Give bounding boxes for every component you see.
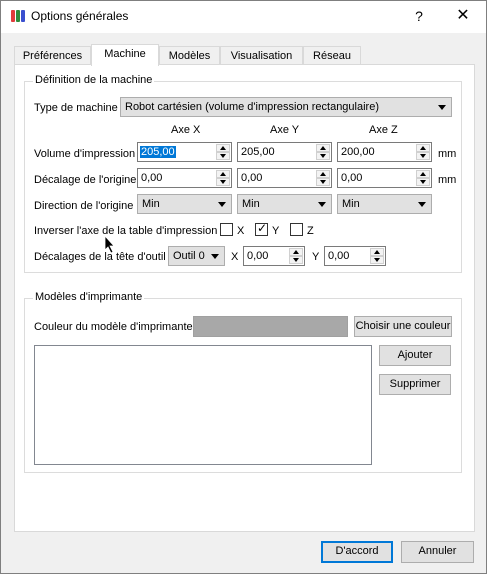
spin-up-button[interactable] [416, 170, 430, 178]
button-label: Annuler [418, 545, 457, 557]
build-volume-label: Volume d'impression [34, 148, 136, 160]
spin-down-button[interactable] [316, 152, 330, 160]
spin-down-button[interactable] [370, 256, 384, 264]
delete-button[interactable]: Supprimer [379, 374, 451, 395]
origin-direction-x-select[interactable]: Min [137, 194, 232, 214]
select-value: Outil 0 [173, 250, 205, 262]
spin-value: 205,00 [140, 146, 176, 158]
origin-offset-y-input[interactable]: 0,00 [237, 168, 332, 188]
invert-z-checkbox[interactable] [290, 223, 303, 236]
tool-offset-x-input[interactable]: 0,00 [243, 246, 305, 266]
tab-machine[interactable]: Machine [91, 44, 159, 66]
spin-value: 200,00 [341, 146, 375, 158]
build-volume-x-input[interactable]: 205,00 [137, 142, 232, 162]
checkmark-icon: ✓ [257, 221, 268, 235]
group-title: Définition de la machine [33, 74, 155, 86]
invert-y-label: Y [272, 225, 280, 237]
build-volume-z-input[interactable]: 200,00 [337, 142, 432, 162]
cancel-button[interactable]: Annuler [401, 541, 474, 563]
select-value: Min [342, 198, 360, 210]
spin-down-button[interactable] [216, 178, 230, 186]
tab-network[interactable]: Réseau [303, 46, 361, 65]
help-button[interactable]: ? [409, 8, 429, 24]
options-dialog: Options générales ? ✕ Préférences Machin… [0, 0, 487, 574]
tab-label: Machine [104, 48, 146, 60]
select-value: Min [142, 198, 160, 210]
tab-models[interactable]: Modèles [159, 46, 220, 65]
spin-down-button[interactable] [216, 152, 230, 160]
title-bar[interactable]: Options générales ? ✕ [1, 1, 486, 33]
origin-direction-z-select[interactable]: Min [337, 194, 432, 214]
spin-up-button[interactable] [216, 170, 230, 178]
origin-offset-x-input[interactable]: 0,00 [137, 168, 232, 188]
tab-label: Réseau [313, 50, 351, 62]
invert-axis-label: Inverser l'axe de la table d'impression [34, 225, 218, 237]
spin-value: 205,00 [241, 146, 275, 158]
spin-up-button[interactable] [316, 170, 330, 178]
unit-label: mm [438, 148, 457, 160]
spin-value: 0,00 [328, 250, 350, 262]
spin-value: 0,00 [247, 250, 269, 262]
chevron-down-icon [211, 254, 219, 259]
window-title: Options générales [31, 9, 129, 23]
origin-direction-label: Direction de l'origine [34, 200, 134, 212]
build-volume-y-input[interactable]: 205,00 [237, 142, 332, 162]
printer-color-swatch [193, 316, 348, 337]
spin-up-button[interactable] [416, 144, 430, 152]
machine-type-label: Type de machine [34, 102, 118, 114]
choose-color-button[interactable]: Choisir une couleur [354, 316, 452, 337]
column-header-y: Axe Y [270, 124, 300, 136]
invert-x-label: X [237, 225, 245, 237]
tab-label: Modèles [168, 50, 211, 62]
add-button[interactable]: Ajouter [379, 345, 451, 366]
tool-x-label: X [231, 251, 239, 263]
spin-down-button[interactable] [316, 178, 330, 186]
close-button[interactable]: ✕ [453, 8, 473, 24]
chevron-down-icon [418, 202, 426, 207]
chevron-down-icon [318, 202, 326, 207]
app-icon [11, 10, 25, 22]
printer-color-label: Couleur du modèle d'imprimante [34, 321, 193, 333]
printer-models-list[interactable] [34, 345, 372, 465]
invert-x-checkbox[interactable] [220, 223, 233, 236]
tool-offset-y-input[interactable]: 0,00 [324, 246, 386, 266]
tool-offsets-label: Décalages de la tête d'outil [34, 251, 166, 263]
unit-label: mm [438, 174, 457, 186]
origin-offset-label: Décalage de l'origine [34, 174, 137, 186]
spin-up-button[interactable] [216, 144, 230, 152]
invert-y-checkbox[interactable]: ✓ [255, 221, 268, 236]
group-title: Modèles d'imprimante [33, 291, 145, 303]
spin-value: 0,00 [241, 172, 263, 184]
tool-select[interactable]: Outil 0 [168, 246, 225, 266]
tab-label: Visualisation [230, 50, 293, 62]
tab-visualisation[interactable]: Visualisation [220, 46, 303, 65]
origin-direction-y-select[interactable]: Min [237, 194, 332, 214]
mouse-cursor-icon [105, 236, 115, 254]
spin-down-button[interactable] [289, 256, 303, 264]
column-header-z: Axe Z [369, 124, 398, 136]
spin-up-button[interactable] [370, 248, 384, 256]
machine-type-select[interactable]: Robot cartésien (volume d'impression rec… [120, 97, 452, 117]
origin-offset-z-input[interactable]: 0,00 [337, 168, 432, 188]
column-header-x: Axe X [171, 124, 201, 136]
tab-label: Préférences [22, 50, 83, 62]
spin-up-button[interactable] [316, 144, 330, 152]
select-value: Min [242, 198, 260, 210]
spin-down-button[interactable] [416, 152, 430, 160]
ok-button[interactable]: D'accord [321, 541, 393, 563]
button-label: D'accord [335, 545, 379, 557]
spin-value: 0,00 [141, 172, 163, 184]
spin-up-button[interactable] [289, 248, 303, 256]
tab-preferences[interactable]: Préférences [14, 46, 91, 65]
tool-y-label: Y [312, 251, 320, 263]
button-label: Choisir une couleur [355, 320, 451, 332]
button-label: Supprimer [389, 378, 441, 390]
spin-value: 0,00 [341, 172, 363, 184]
machine-type-value: Robot cartésien (volume d'impression rec… [125, 101, 379, 113]
chevron-down-icon [218, 202, 226, 207]
invert-z-label: Z [307, 225, 314, 237]
button-label: Ajouter [397, 349, 433, 361]
chevron-down-icon [438, 105, 446, 110]
spin-down-button[interactable] [416, 178, 430, 186]
